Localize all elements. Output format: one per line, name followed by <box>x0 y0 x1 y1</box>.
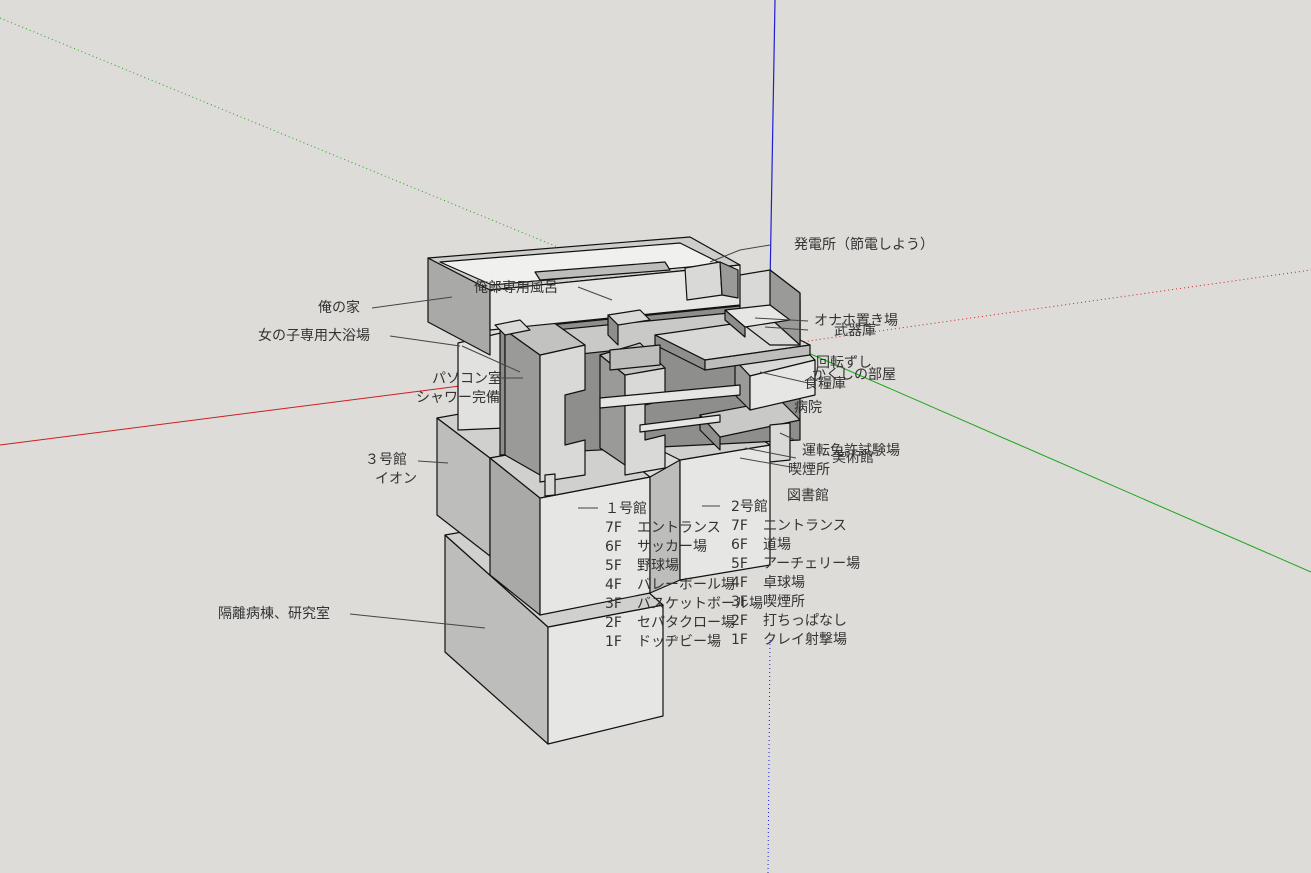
floor-number: 4F <box>605 577 622 593</box>
floor-number: 1F <box>731 632 748 648</box>
post-2 <box>544 473 556 497</box>
label-kitsuen: 喫煙所 <box>788 462 830 478</box>
label-bukiko: 武器庫 <box>834 323 876 339</box>
label-hatsudensho: 発電所（節電しよう） <box>794 237 934 253</box>
building2-floor-row: 4F 卓球場 <box>731 574 860 593</box>
label-onnanoko-yokujo: 女の子専用大浴場 <box>258 328 370 344</box>
floor-number: 2F <box>605 615 622 631</box>
blue-axis-dotted <box>767 639 771 873</box>
power-plant <box>684 261 723 301</box>
floor-name: 道場 <box>763 537 791 553</box>
building-model[interactable] <box>427 236 816 745</box>
floor-name: 打ちっぱなし <box>763 613 847 629</box>
floor-number: 1F <box>605 634 622 650</box>
floor-number: 7F <box>731 518 748 534</box>
building2-floor-row: 5F アーチェリー場 <box>731 555 860 574</box>
building2-floor-row: 1F クレイ射撃場 <box>731 631 860 650</box>
label-aeon: イオン <box>375 471 417 487</box>
building2-floor-row: 6F 道場 <box>731 536 860 555</box>
sketchup-viewport[interactable]: 俺の家 女の子専用大浴場 俺郎専用風呂 発電所（節電しよう） パソコン室 シャワ… <box>0 0 1311 873</box>
floor-name: アーチェリー場 <box>763 556 861 572</box>
building2-directory: 2号館 7F エントランス 6F 道場 5F アーチェリー場 4F 卓球場 3F 喫煙所 2F 打ちっ… <box>731 498 860 650</box>
label-building3: ３号館 <box>365 452 407 468</box>
floor-number: 5F <box>731 556 748 572</box>
floor-name: クレイ射撃場 <box>763 632 847 648</box>
label-jiro-furo: 俺郎専用風呂 <box>474 280 558 296</box>
floor-name: ドッヂビー場 <box>637 634 721 650</box>
floor-number: 3F <box>605 596 622 612</box>
floor-number: 5F <box>605 558 622 574</box>
floor-name: エントランス <box>763 518 847 534</box>
floor-name: バレーボール場 <box>637 577 735 593</box>
blue-axis-solid <box>769 0 776 286</box>
label-sho: 食糧庫 <box>804 376 846 392</box>
green-axis-dotted <box>0 17 561 249</box>
floor-name: サッカー場 <box>637 539 707 555</box>
floor-name: 喫煙所 <box>763 594 805 610</box>
label-pasokon: パソコン室 <box>432 371 502 387</box>
label-byoin: 病院 <box>794 400 822 416</box>
floor-number: 6F <box>605 539 622 555</box>
floor-name: 野球場 <box>637 558 679 574</box>
floor-number: 6F <box>731 537 748 553</box>
building2-floor-list: 7F エントランス 6F 道場 5F アーチェリー場 4F 卓球場 3F 喫煙所 2F 打ちっぱなし 1… <box>731 517 860 650</box>
floor-name: 卓球場 <box>763 575 805 591</box>
building2-floor-row: 2F 打ちっぱなし <box>731 612 860 631</box>
label-bijutsukan: 美術館 <box>832 450 874 466</box>
model-3d-scene[interactable] <box>0 0 1311 873</box>
building2-floor-row: 3F 喫煙所 <box>731 593 860 612</box>
floor-number: 4F <box>731 575 748 591</box>
building2-title: 2号館 <box>731 499 768 515</box>
pipe <box>609 344 661 371</box>
floor-number: 7F <box>605 520 622 536</box>
label-kakuri: 隔離病棟、研究室 <box>218 606 330 622</box>
label-ore-no-ie: 俺の家 <box>318 300 360 316</box>
label-shower: シャワー完備 <box>416 390 500 406</box>
floor-number: 2F <box>731 613 748 629</box>
building2-floor-row: 7F エントランス <box>731 517 860 536</box>
floor-name: エントランス <box>637 520 721 536</box>
floor-number: 3F <box>731 594 748 610</box>
floor-name: セパタクロー場 <box>637 615 735 631</box>
